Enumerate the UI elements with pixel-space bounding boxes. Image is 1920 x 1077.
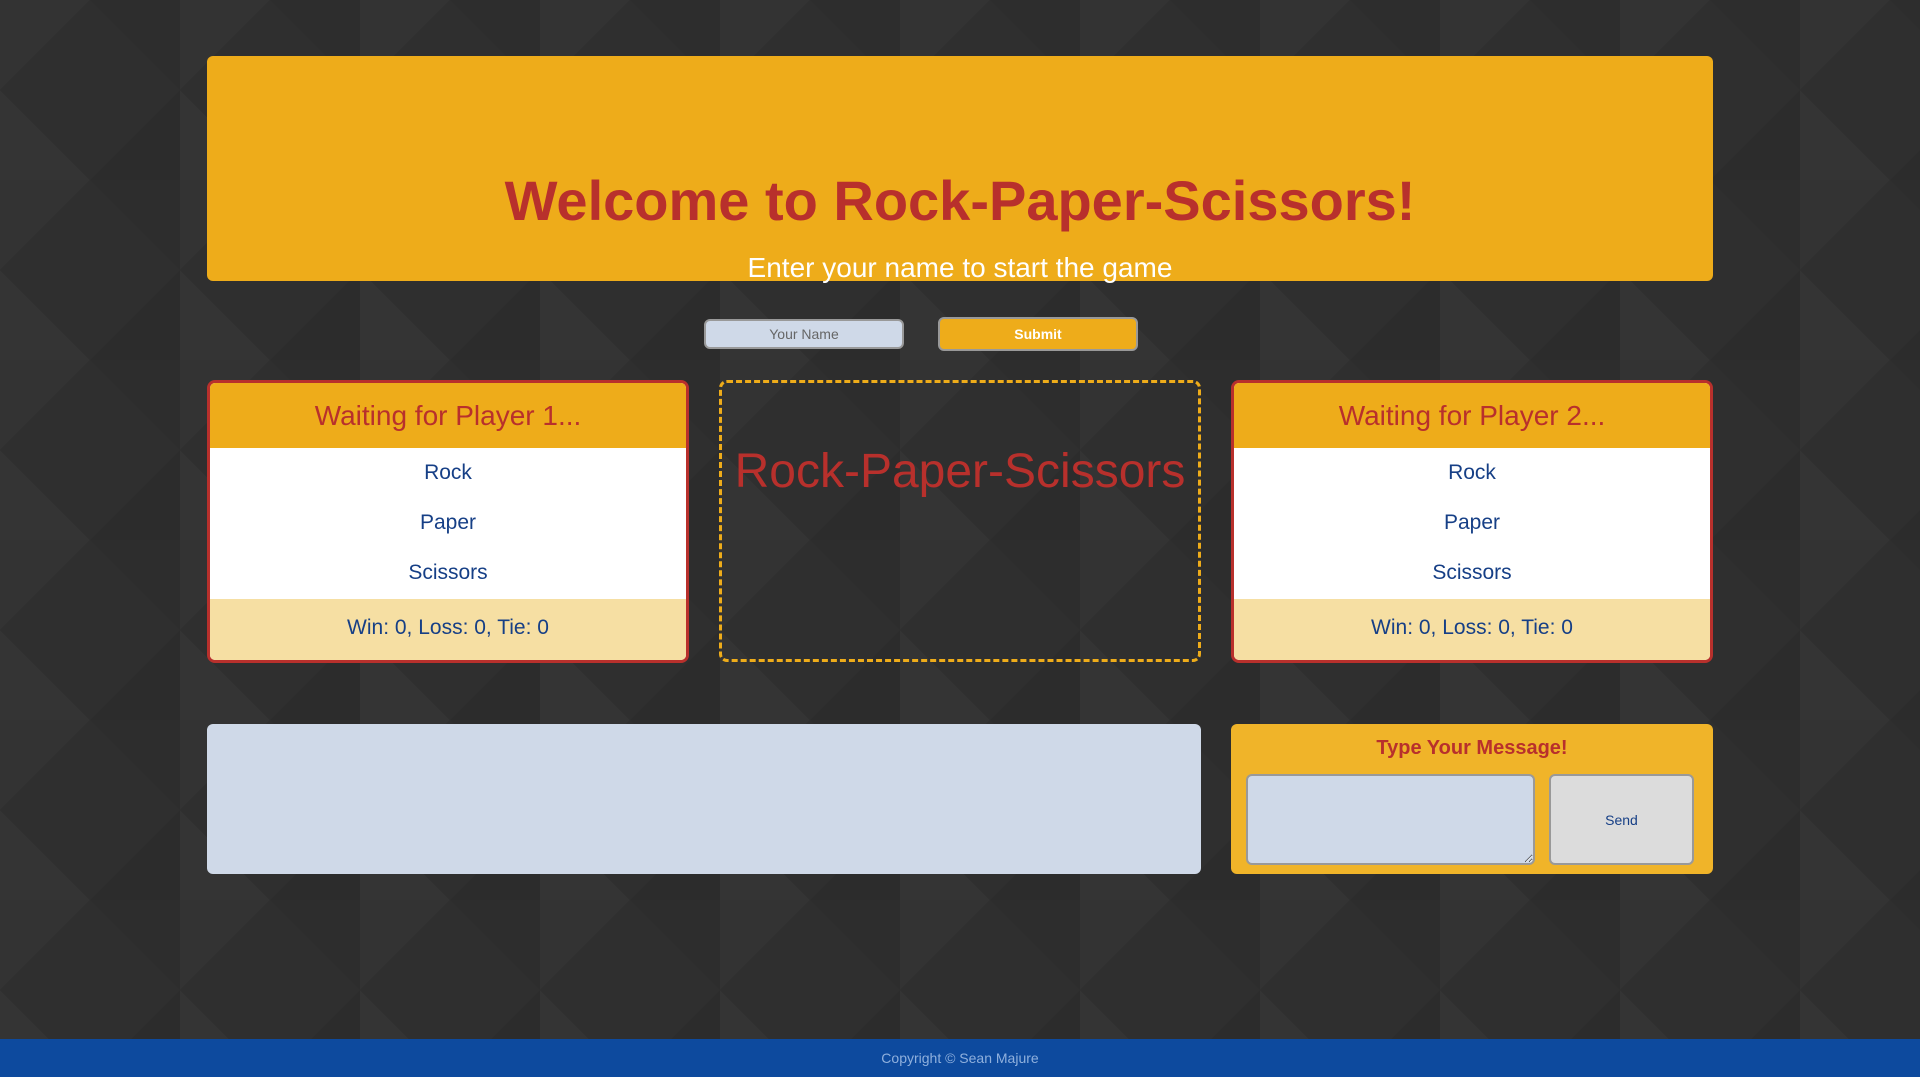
game-arena: Rock-Paper-Scissors: [719, 380, 1201, 662]
send-button[interactable]: Send: [1549, 774, 1694, 865]
player1-choice-scissors[interactable]: Scissors: [210, 548, 686, 598]
player2-card: Waiting for Player 2... Rock Paper Sciss…: [1231, 380, 1713, 663]
footer: Copyright © Sean Majure: [0, 1039, 1920, 1077]
chat-message-input[interactable]: [1246, 774, 1535, 865]
chat-input-panel: Type Your Message! Send: [1231, 724, 1713, 874]
player1-status: Waiting for Player 1...: [210, 383, 686, 448]
header-banner: Welcome to Rock-Paper-Scissors! Enter yo…: [207, 56, 1713, 283]
chat-prompt-label: Type Your Message!: [1376, 737, 1568, 759]
player2-status: Waiting for Player 2...: [1234, 383, 1710, 448]
player2-stats: Win: 0, Loss: 0, Tie: 0: [1234, 599, 1710, 660]
player2-choice-rock[interactable]: Rock: [1234, 448, 1710, 498]
page-title: Welcome to Rock-Paper-Scissors!: [504, 169, 1416, 232]
name-input[interactable]: [704, 319, 904, 349]
page-subtitle: Enter your name to start the game: [747, 252, 1173, 283]
submit-button[interactable]: Submit: [938, 317, 1138, 351]
copyright-text: Copyright © Sean Majure: [881, 1050, 1039, 1066]
player1-choices: Rock Paper Scissors: [210, 448, 686, 599]
player2-choice-paper[interactable]: Paper: [1234, 498, 1710, 548]
player2-choice-scissors[interactable]: Scissors: [1234, 548, 1710, 598]
player1-stats: Win: 0, Loss: 0, Tie: 0: [210, 599, 686, 660]
player1-choice-paper[interactable]: Paper: [210, 498, 686, 548]
arena-title: Rock-Paper-Scissors: [734, 445, 1186, 498]
chat-log[interactable]: [207, 724, 1201, 874]
player2-choices: Rock Paper Scissors: [1234, 448, 1710, 599]
player1-choice-rock[interactable]: Rock: [210, 448, 686, 498]
player1-card: Waiting for Player 1... Rock Paper Sciss…: [207, 380, 689, 663]
